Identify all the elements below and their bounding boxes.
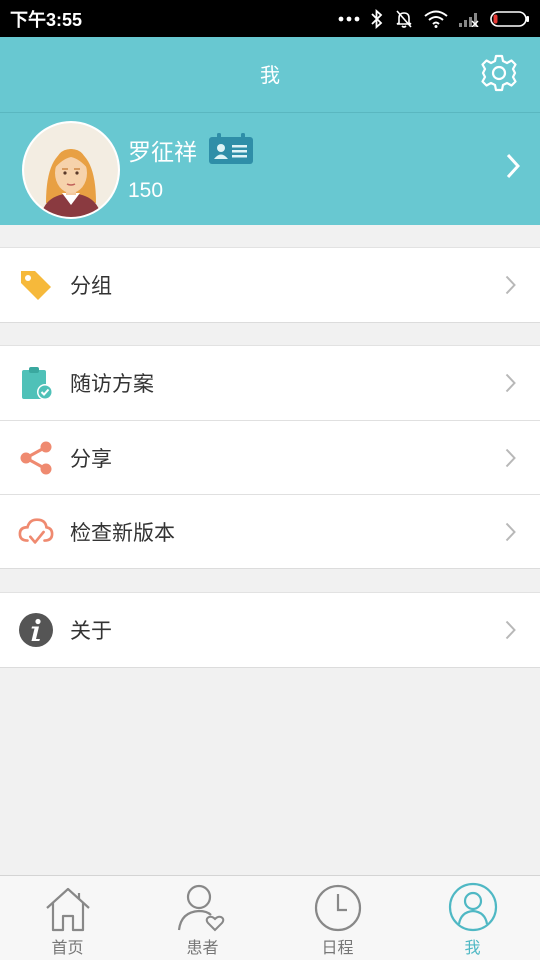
menu-label: 分享 [70, 446, 112, 471]
gear-icon [479, 53, 519, 97]
settings-button[interactable] [478, 54, 520, 96]
clipboard-check-icon [18, 365, 54, 401]
signal-icon [458, 11, 480, 27]
user-icon [448, 882, 498, 932]
bottom-tab-bar: 首页 患者 日程 我 [0, 875, 540, 960]
chevron-right-icon [505, 373, 516, 397]
share-icon [18, 440, 54, 476]
chevron-right-icon [505, 522, 516, 546]
tab-label: 日程 [321, 938, 354, 957]
menu-label: 随访方案 [70, 372, 154, 396]
tab-label: 患者 [186, 938, 219, 957]
clock-icon [314, 882, 362, 932]
menu-label: 检查新版本 [70, 520, 175, 545]
tab-me[interactable]: 我 [405, 876, 540, 960]
menu-group-groups: 分组 [0, 247, 540, 323]
menu-item-about[interactable]: 关于 [0, 593, 540, 667]
user-number: 150 [128, 179, 164, 202]
status-bar: 下午3:55 [0, 0, 540, 37]
user-name: 罗征祥 [128, 140, 197, 166]
bluetooth-icon [370, 8, 384, 29]
tab-patients[interactable]: 患者 [135, 876, 270, 960]
menu-item-check-update[interactable]: 检查新版本 [0, 494, 540, 568]
profile-card[interactable]: 罗征祥 150 [0, 113, 540, 225]
menu-item-share[interactable]: 分享 [0, 420, 540, 494]
chevron-right-icon [505, 448, 516, 472]
cloud-check-icon [18, 514, 54, 550]
patient-icon [177, 882, 229, 932]
tab-label: 我 [464, 938, 481, 957]
info-icon [18, 612, 54, 648]
home-icon [43, 882, 93, 932]
menu-label: 关于 [70, 619, 112, 643]
more-dots-icon [338, 15, 360, 23]
battery-icon [490, 10, 530, 27]
status-time: 下午3:55 [10, 9, 83, 30]
tab-schedule[interactable]: 日程 [270, 876, 405, 960]
menu-item-followup-plan[interactable]: 随访方案 [0, 346, 540, 420]
id-card-icon [208, 133, 254, 169]
menu-label: 分组 [70, 274, 112, 298]
chevron-right-icon [505, 275, 516, 299]
menu-group-about: 关于 [0, 592, 540, 668]
tag-icon [18, 267, 54, 303]
app-header: 我 [0, 37, 540, 113]
status-icons [338, 8, 530, 29]
menu-item-groups[interactable]: 分组 [0, 248, 540, 322]
page-title: 我 [260, 63, 280, 87]
menu-group-main: 随访方案 分享 检查新版本 [0, 345, 540, 569]
chevron-right-icon [505, 620, 516, 644]
chevron-right-icon [506, 153, 521, 183]
avatar [22, 121, 120, 219]
tab-label: 首页 [51, 938, 84, 957]
mute-bell-icon [394, 9, 414, 29]
tab-home[interactable]: 首页 [0, 876, 135, 960]
wifi-icon [424, 10, 448, 28]
